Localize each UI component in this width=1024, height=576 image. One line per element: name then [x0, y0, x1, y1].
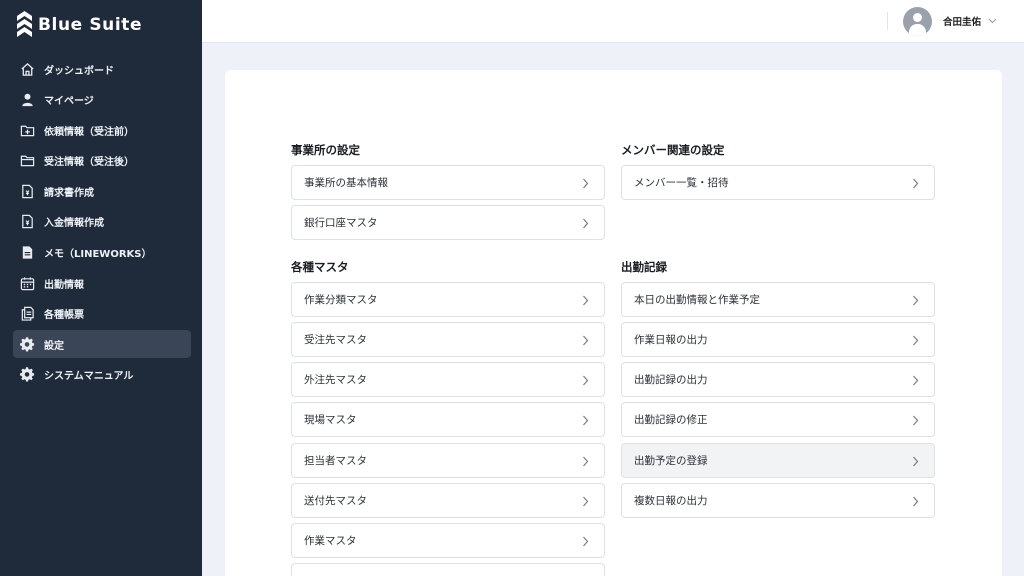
section-title-masters: 各種マスタ	[291, 260, 349, 274]
sidebar-item-requests[interactable]: 依頼情報（受注前）	[13, 116, 191, 144]
user-icon	[19, 92, 35, 108]
chevron-right-icon	[913, 335, 919, 346]
sidebar-item-label: メモ（LINEWORKS）	[44, 249, 152, 261]
sidebar-item-label: ダッシュボード	[44, 65, 114, 77]
settings-link-label: 出勤予定の登録	[634, 455, 708, 467]
sidebar-item-label: 入金情報作成	[44, 218, 104, 230]
settings-link-schedule-register[interactable]: 出勤予定の登録	[621, 443, 935, 478]
chevron-right-icon	[583, 456, 589, 467]
brand-name: Blue Suite	[38, 15, 143, 35]
settings-link-label: 作業マスタ	[304, 535, 357, 547]
brand[interactable]: Blue Suite	[0, 0, 202, 50]
chevron-right-icon	[913, 375, 919, 386]
sidebar-item-label: 各種帳票	[44, 310, 84, 322]
settings-link-staff-master[interactable]: 担当者マスタ	[291, 443, 605, 478]
sidebar-item-label: 請求書作成	[44, 187, 94, 199]
sidebar-item-invoice[interactable]: 請求書作成	[13, 177, 191, 205]
header-divider	[887, 12, 888, 30]
sidebar-item-label: 出勤情報	[44, 279, 84, 291]
settings-link-client-master[interactable]: 受注先マスタ	[291, 322, 605, 357]
settings-link-label: 外注先マスタ	[304, 374, 367, 386]
chevron-right-icon	[583, 536, 589, 547]
settings-link-attendance-output[interactable]: 出勤記録の出力	[621, 362, 935, 397]
chevron-right-icon	[583, 335, 589, 346]
settings-link-member-list[interactable]: メンバー一覧・招待	[621, 165, 935, 200]
settings-link-daily-report-output[interactable]: 作業日報の出力	[621, 322, 935, 357]
chevron-right-icon	[913, 496, 919, 507]
section-title-member: メンバー関連の設定	[621, 143, 725, 157]
settings-link-label: 現場マスタ	[304, 414, 357, 426]
sidebar-item-payment[interactable]: 入金情報作成	[13, 208, 191, 236]
settings-link-today-attendance[interactable]: 本日の出勤情報と作業予定	[621, 282, 935, 317]
sidebar-item-dashboard[interactable]: ダッシュボード	[13, 55, 191, 83]
settings-link-work-master[interactable]: 作業マスタ	[291, 523, 605, 558]
settings-link-site-master[interactable]: 現場マスタ	[291, 402, 605, 437]
chevron-right-icon	[583, 415, 589, 426]
chevron-right-icon	[913, 415, 919, 426]
chevron-right-icon	[913, 178, 919, 189]
settings-link-label: 担当者マスタ	[304, 455, 367, 467]
settings-link-partial[interactable]	[291, 563, 605, 576]
settings-link-label: 出勤記録の修正	[634, 414, 708, 426]
chevron-right-icon	[583, 295, 589, 306]
settings-card: 事業所の設定 事業所の基本情報 銀行口座マスタ メンバー関連の設定 メンバー一覧…	[225, 70, 1002, 576]
settings-link-label: 複数日報の出力	[634, 495, 708, 507]
folder-plus-icon	[19, 122, 35, 138]
settings-link-label: 本日の出勤情報と作業予定	[634, 294, 760, 306]
payment-file-icon	[19, 214, 35, 230]
settings-link-label: 銀行口座マスタ	[304, 217, 378, 229]
chevron-right-icon	[913, 295, 919, 306]
sidebar-nav: ダッシュボード マイページ 依頼情報（受注前） 受注情報（受注後） 請求書作成	[13, 55, 191, 392]
chevron-right-icon	[583, 178, 589, 189]
documents-icon	[19, 306, 35, 322]
sidebar-item-manual[interactable]: システムマニュアル	[13, 361, 191, 389]
sidebar-item-mypage[interactable]: マイページ	[13, 86, 191, 114]
settings-link-label: 出勤記録の出力	[634, 374, 708, 386]
sidebar-item-reports[interactable]: 各種帳票	[13, 300, 191, 328]
settings-link-attendance-edit[interactable]: 出勤記録の修正	[621, 402, 935, 437]
blue-suite-logo-icon	[17, 11, 32, 37]
home-icon	[19, 61, 35, 77]
sidebar-item-label: システムマニュアル	[44, 371, 134, 383]
settings-link-label: 事業所の基本情報	[304, 177, 388, 189]
sidebar-item-label: 設定	[44, 340, 64, 352]
sidebar-item-memo[interactable]: メモ（LINEWORKS）	[13, 239, 191, 267]
settings-link-label: 受注先マスタ	[304, 334, 367, 346]
section-title-attendance: 出勤記録	[621, 260, 667, 274]
chevron-right-icon	[583, 496, 589, 507]
settings-link-bank-account-master[interactable]: 銀行口座マスタ	[291, 205, 605, 240]
chevron-down-icon	[988, 18, 997, 24]
gear-icon	[19, 336, 35, 352]
settings-link-work-category-master[interactable]: 作業分類マスタ	[291, 282, 605, 317]
settings-link-destination-master[interactable]: 送付先マスタ	[291, 483, 605, 518]
chevron-right-icon	[913, 456, 919, 467]
settings-link-label: 作業分類マスタ	[304, 294, 378, 306]
gear-icon	[19, 367, 35, 383]
user-name: 合田圭佑	[943, 17, 982, 28]
top-header: 合田圭佑	[202, 0, 1024, 43]
sidebar: Blue Suite ダッシュボード マイページ 依頼情報（受注前） 受注情報（…	[0, 0, 202, 576]
calendar-icon	[19, 275, 35, 291]
settings-link-label: 送付先マスタ	[304, 495, 367, 507]
sidebar-item-label: 受注情報（受注後）	[44, 157, 134, 169]
sidebar-item-label: 依頼情報（受注前）	[44, 126, 134, 138]
chevron-right-icon	[583, 375, 589, 386]
user-menu[interactable]: 合田圭佑	[903, 6, 997, 36]
settings-link-label: 作業日報の出力	[634, 334, 708, 346]
sidebar-item-orders[interactable]: 受注情報（受注後）	[13, 147, 191, 175]
sidebar-item-attendance[interactable]: 出勤情報	[13, 269, 191, 297]
avatar	[903, 6, 932, 36]
sidebar-item-label: マイページ	[44, 96, 94, 108]
sidebar-item-settings[interactable]: 設定	[13, 330, 191, 359]
invoice-icon	[19, 183, 35, 199]
settings-link-subcontractor-master[interactable]: 外注先マスタ	[291, 362, 605, 397]
settings-link-label: メンバー一覧・招待	[634, 177, 729, 189]
folder-icon	[19, 153, 35, 169]
settings-link-office-basic-info[interactable]: 事業所の基本情報	[291, 165, 605, 200]
memo-icon	[19, 245, 35, 261]
chevron-right-icon	[583, 218, 589, 229]
settings-link-multi-report-output[interactable]: 複数日報の出力	[621, 483, 935, 518]
section-title-office: 事業所の設定	[291, 143, 360, 157]
